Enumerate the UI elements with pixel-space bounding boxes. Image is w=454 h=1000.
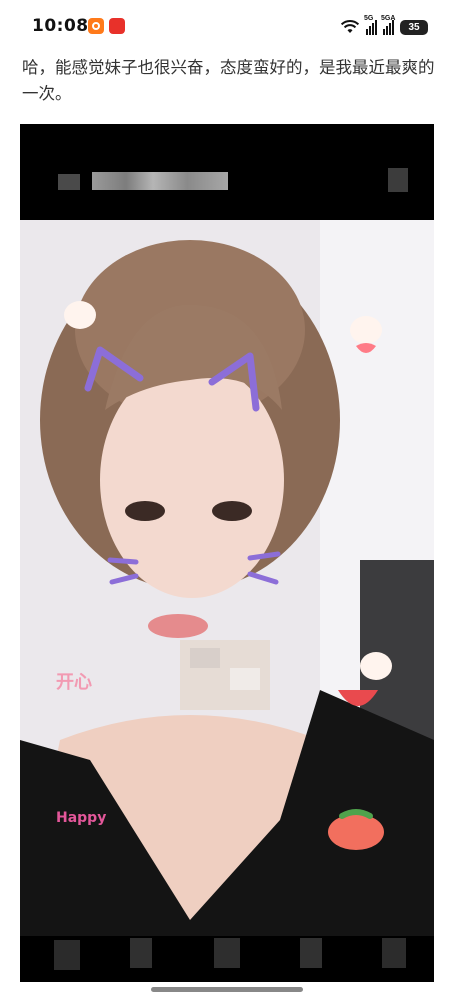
wifi-icon [340, 19, 360, 35]
cellular-signal-icon: 5G [364, 15, 377, 35]
cellular-signal-icon-2: 5GA [381, 15, 395, 35]
video-bottom-bar [20, 936, 434, 982]
mosaic-text [92, 172, 228, 190]
status-bar: 10:08 5G 5GA 35 [0, 0, 454, 52]
mosaic-bottom-1 [54, 940, 80, 970]
mosaic-bottom-4 [300, 938, 322, 968]
app-notification-icon [88, 18, 104, 34]
status-indicators: 5G 5GA 35 [340, 15, 428, 38]
battery-icon: 35 [400, 19, 428, 35]
network-type-label: 5G [364, 15, 374, 22]
home-indicator[interactable] [151, 987, 303, 992]
mosaic-block [58, 174, 80, 190]
mosaic-bottom-2 [130, 938, 152, 968]
happy-sticker-text: Happy [56, 810, 107, 826]
mosaic-bottom-3 [214, 938, 240, 968]
video-top-bar [20, 124, 434, 220]
video-scene [20, 220, 434, 936]
post-text: 哈，能感觉妹子也很兴奋，态度蛮好的，是我最近最爽的一次。 [22, 58, 435, 103]
network-type-label-2: 5GA [381, 15, 396, 22]
mosaic-block-right [388, 168, 408, 192]
post-image[interactable]: Happy 开心 [20, 124, 434, 982]
mosaic-bottom-5 [382, 938, 406, 968]
status-time: 10:08 [32, 16, 89, 36]
app-notification-icon-2 [109, 18, 125, 34]
video-frame: Happy 开心 [20, 220, 434, 936]
kaixin-sticker-text: 开心 [56, 672, 92, 693]
